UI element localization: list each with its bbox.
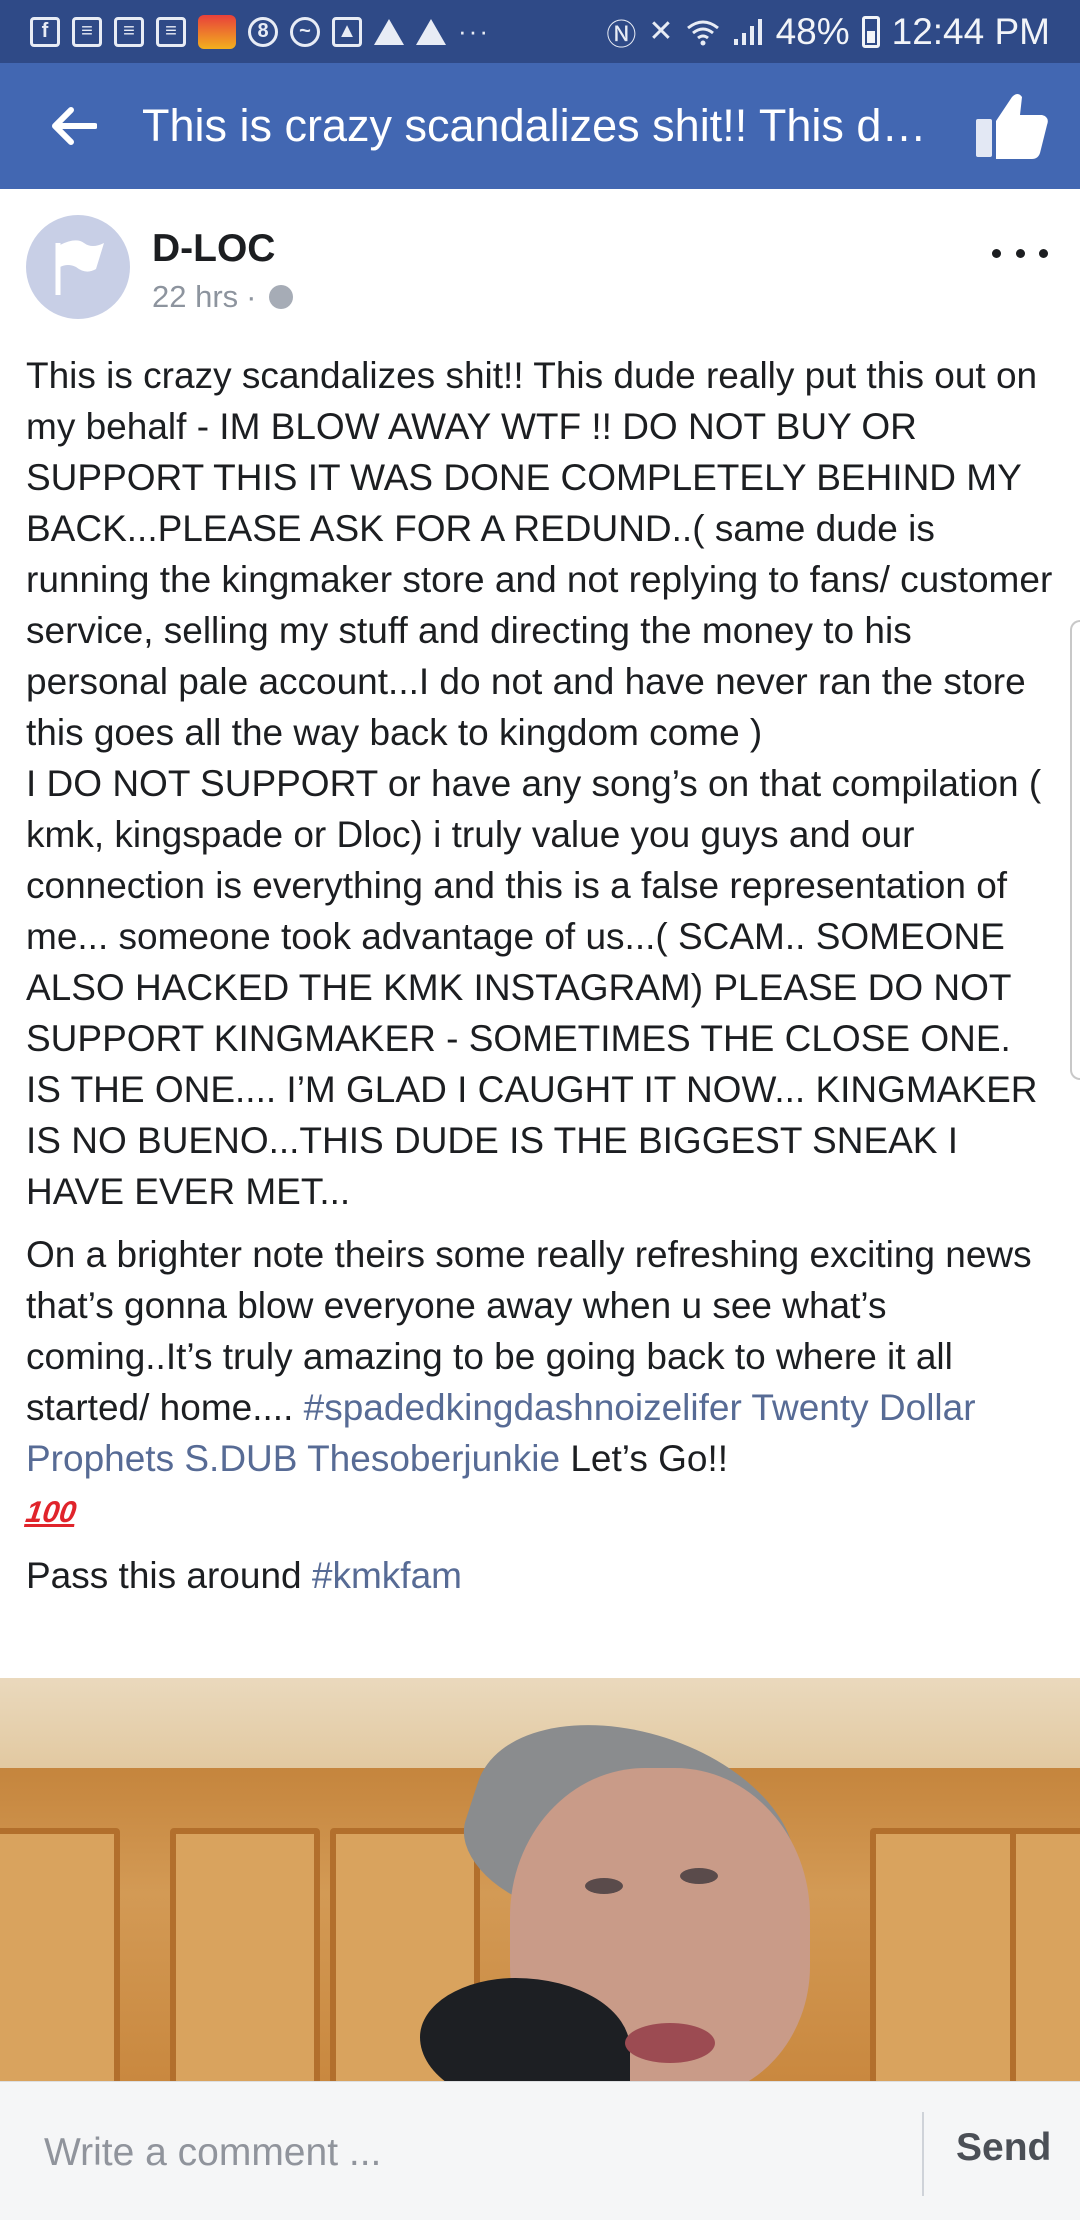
hashtag-link[interactable]: #spadedkingdashnoizelifer [304, 1387, 742, 1428]
comment-input[interactable] [42, 2127, 906, 2179]
avatar[interactable] [26, 215, 130, 319]
post-photo[interactable] [0, 1678, 1080, 2081]
post-time[interactable]: 22 hrs [152, 279, 238, 315]
post-paragraph: This is crazy scandalizes shit!! This du… [26, 355, 1053, 753]
post-title: This is crazy scandalizes shit!! This du… [142, 100, 942, 151]
post-meta: 22 hrs · [152, 279, 293, 315]
messenger-icon: ~ [290, 16, 320, 47]
divider [922, 2112, 924, 2196]
wifi-icon [686, 20, 719, 45]
facebook-icon: f [30, 16, 60, 47]
mention-link[interactable]: S.DUB [184, 1438, 297, 1479]
mute-icon: ✕ [648, 15, 674, 48]
nfc-icon: Ⓝ [606, 18, 637, 52]
paragraph-text: Let’s Go!! [560, 1438, 729, 1479]
scroll-handle[interactable] [1070, 620, 1080, 1080]
post-paragraph: On a brighter note theirs some really re… [24, 1229, 1056, 1538]
more-notifications-icon: ··· [458, 16, 490, 46]
post-paragraph: I DO NOT SUPPORT or have any song’s on t… [26, 763, 1042, 1212]
app-bar: This is crazy scandalizes shit!! This du… [0, 63, 1080, 189]
game-app-icon [198, 14, 236, 49]
post-paragraph: Pass this around #kmkfam [26, 1550, 1056, 1601]
gallery-icon: ▲ [332, 16, 362, 47]
paragraph-text: Pass this around [26, 1555, 312, 1596]
post-header: D-LOC 22 hrs · [0, 189, 1080, 349]
warning-icon [374, 18, 404, 45]
mention-link[interactable]: Thesoberjunkie [307, 1438, 560, 1479]
meta-separator: · [246, 279, 257, 314]
status-bar: f ≡ ≡ ≡ 8 ~ ▲ ··· Ⓝ ✕ 48% 12:44 PM [0, 0, 1080, 63]
message-icon: ≡ [114, 16, 144, 47]
hundred-points-emoji: 100 [23, 1496, 79, 1529]
back-button[interactable] [36, 88, 112, 164]
battery-icon [861, 15, 880, 48]
author-name[interactable]: D-LOC [152, 227, 275, 271]
more-options-button[interactable] [992, 241, 1048, 265]
comment-bar: Send [0, 2081, 1080, 2220]
send-button[interactable]: Send [956, 2126, 1051, 2170]
dot-icon [1015, 248, 1025, 258]
like-button[interactable] [974, 91, 1050, 161]
message-icon: ≡ [156, 16, 186, 47]
thumbs-up-icon [976, 94, 1048, 159]
clock: 12:44 PM [891, 10, 1050, 52]
dot-icon [992, 248, 1001, 258]
message-icon: ≡ [72, 16, 102, 47]
warning-icon [416, 18, 446, 45]
dot-icon [1039, 248, 1048, 258]
globe-icon [268, 285, 293, 309]
battery-percent: 48% [775, 10, 850, 52]
notification-icons: f ≡ ≡ ≡ 8 ~ ▲ ··· [30, 14, 490, 49]
hashtag-link[interactable]: #kmkfam [312, 1555, 462, 1596]
system-status: Ⓝ ✕ 48% 12:44 PM [606, 10, 1050, 54]
flag-icon [55, 240, 104, 295]
post-body: This is crazy scandalizes shit!! This du… [24, 350, 1056, 1613]
signal-icon [733, 18, 762, 45]
eight-ball-icon: 8 [248, 16, 278, 47]
back-arrow-icon [52, 107, 97, 145]
